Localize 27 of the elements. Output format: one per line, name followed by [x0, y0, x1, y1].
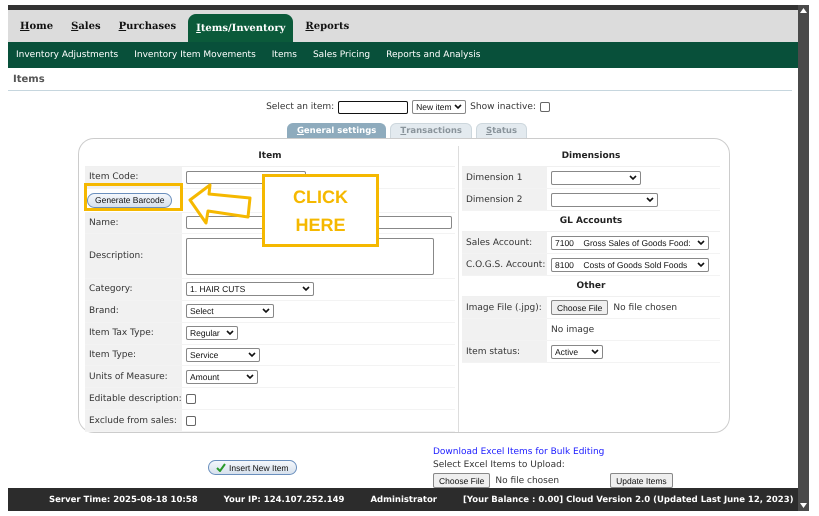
click-here-tooltip: CLICK HERE	[262, 174, 379, 247]
status-text: Server Time: 2025-08-18 10:58	[49, 494, 198, 504]
field-label: Dimension 2	[462, 189, 547, 210]
field-label: Name:	[85, 212, 182, 234]
field-label: Image File (.jpg):	[462, 297, 547, 318]
field-label: Show inactive:	[470, 102, 536, 112]
field-label: Brand:	[85, 300, 182, 322]
field-label: Units of Measure:	[85, 366, 182, 388]
image-note: No image	[551, 324, 594, 334]
field-label: Editable description:	[85, 388, 182, 410]
upload-label: Select Excel Items to Upload:	[433, 460, 566, 470]
field-label: Select an item:	[266, 102, 334, 112]
field-label: Description:	[85, 234, 182, 278]
page-title: Items	[13, 74, 45, 84]
field-label: Exclude from sales:	[85, 410, 182, 431]
status-text: Your IP: 124.107.252.149	[224, 494, 344, 504]
field-label: Item status:	[462, 341, 547, 362]
status-text: Administrator	[370, 494, 437, 504]
field-label: Item Type:	[85, 344, 182, 366]
field-label: Item Tax Type:	[85, 322, 182, 344]
file-status: No file chosen	[495, 476, 560, 486]
field-label: Sales Account:	[462, 232, 547, 253]
field-label: Dimension 1	[462, 167, 547, 188]
field-label: C.O.G.S. Account:	[462, 254, 547, 275]
file-status: No file chosen	[613, 302, 678, 312]
status-text: [Your Balance : 0.00] Cloud Version 2.0 (Updated Last June 12, 2023)	[463, 494, 794, 504]
field-label: Category:	[85, 279, 182, 300]
